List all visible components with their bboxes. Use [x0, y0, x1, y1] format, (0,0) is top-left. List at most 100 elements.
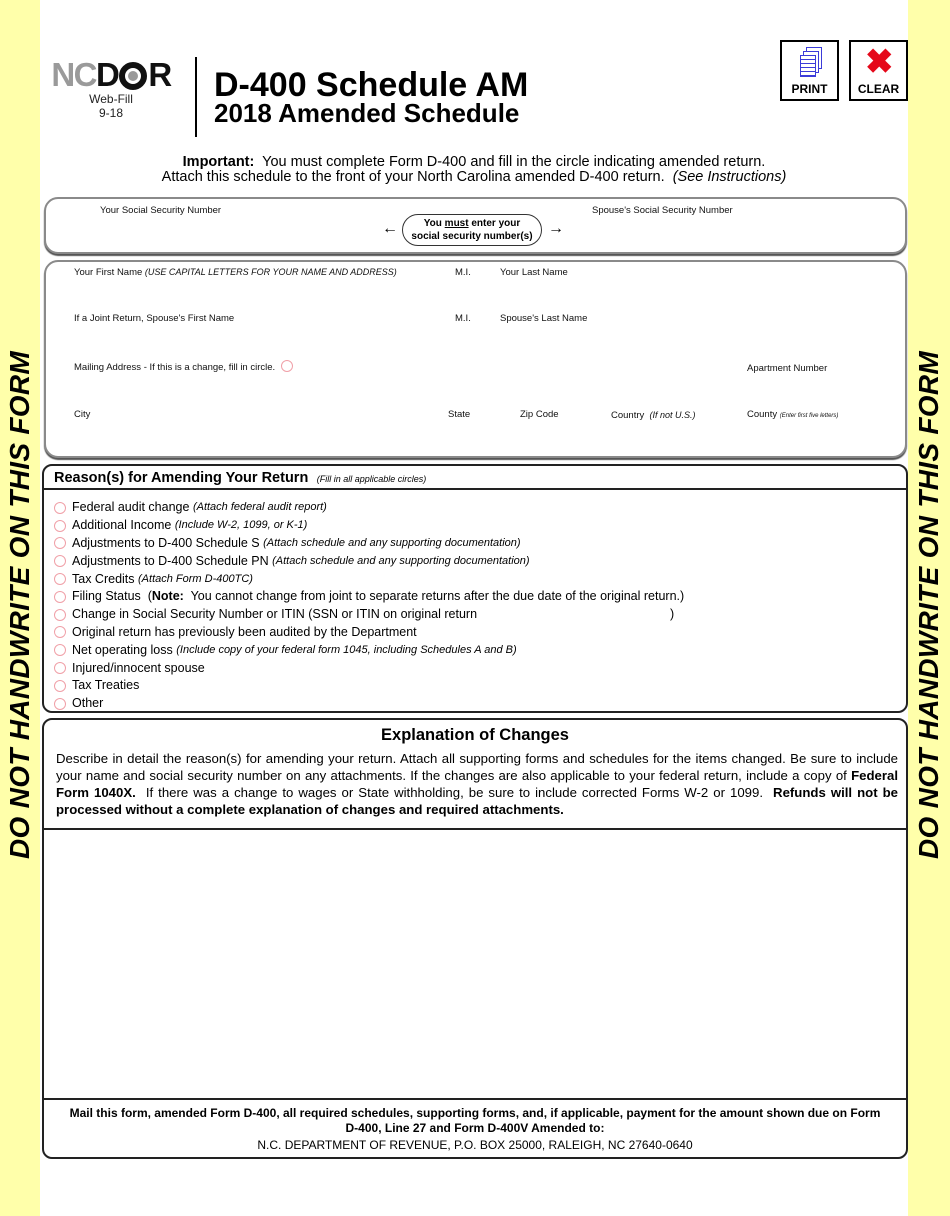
- capital-letters-note: (USE CAPITAL LETTERS FOR YOUR NAME AND A…: [144, 267, 397, 277]
- logo-o-icon: [119, 62, 148, 90]
- reason-tax-credits[interactable]: Tax Credits (Attach Form D-400TC): [54, 570, 684, 588]
- reason-ssn-change[interactable]: Change in Social Security Number or ITIN…: [54, 606, 684, 624]
- print-icon: [798, 47, 824, 79]
- important-note-line2: Attach this schedule to the front of you…: [40, 169, 908, 185]
- notice-text-2: social security number(s): [411, 231, 533, 242]
- paren-close: ): [670, 607, 675, 622]
- clear-button[interactable]: ✖ CLEAR: [849, 40, 908, 101]
- spouse-mi-label: M.I.: [455, 313, 471, 324]
- radio-circle[interactable]: [54, 501, 66, 514]
- radio-circle[interactable]: [54, 537, 66, 550]
- side-banner-text: DO NOT HANDWRITE ON THIS FORM: [913, 351, 944, 859]
- county-note: (Enter first five letters): [779, 413, 839, 419]
- reason-note: (Attach schedule and any supporting docu…: [272, 554, 530, 567]
- reason-label: Federal audit change: [72, 500, 190, 515]
- radio-circle[interactable]: [54, 679, 66, 692]
- side-banner-text: DO NOT HANDWRITE ON THIS FORM: [4, 351, 35, 859]
- zip-code-label: Zip Code: [520, 409, 559, 420]
- left-side-banner: DO NOT HANDWRITE ON THIS FORM: [0, 0, 40, 1216]
- print-button-label: PRINT: [791, 82, 828, 96]
- explanation-section: Explanation of Changes Describe in detai…: [42, 718, 908, 1159]
- logo-d: D: [95, 56, 120, 93]
- reason-note: You cannot change from joint to separate…: [183, 589, 685, 604]
- important-note-line1: Important: You must complete Form D-400 …: [40, 154, 908, 170]
- mail-instructions: Mail this form, amended Form D-400, all …: [69, 1106, 881, 1135]
- reason-federal-audit[interactable]: Federal audit change (Attach federal aud…: [54, 499, 684, 517]
- logo-version: 9-18: [98, 106, 124, 120]
- reason-previously-audited[interactable]: Original return has previously been audi…: [54, 624, 684, 642]
- mail-address: N.C. DEPARTMENT OF REVENUE, P.O. BOX 250…: [257, 1138, 693, 1152]
- note-bold: Note:: [151, 589, 184, 604]
- print-button[interactable]: PRINT: [780, 40, 839, 101]
- clear-button-label: CLEAR: [857, 82, 900, 96]
- radio-circle[interactable]: [54, 608, 66, 621]
- explanation-title: Explanation of Changes: [381, 726, 569, 744]
- reason-label: Original return has previously been audi…: [72, 624, 417, 639]
- radio-circle[interactable]: [54, 590, 66, 603]
- name-address-section: Your First Name (USE CAPITAL LETTERS FOR…: [44, 260, 907, 458]
- reason-injured-spouse[interactable]: Injured/innocent spouse: [54, 659, 684, 677]
- country-label: Country (If not U.S.): [611, 410, 696, 421]
- important-text-2: Attach this schedule to the front of you…: [161, 169, 665, 185]
- important-text: You must complete Form D-400 and fill in…: [262, 154, 766, 170]
- radio-circle[interactable]: [54, 573, 66, 586]
- reason-other[interactable]: Other: [54, 695, 684, 713]
- logo-nc: NC: [51, 56, 97, 93]
- country-note: (If not U.S.): [649, 410, 696, 420]
- reasons-header: Reason(s) for Amending Your Return (Fill…: [44, 466, 906, 490]
- radio-circle[interactable]: [54, 644, 66, 657]
- reason-label: Filing Status (: [72, 589, 152, 604]
- see-instructions: (See Instructions): [672, 169, 787, 185]
- address-change-circle[interactable]: [281, 360, 293, 372]
- reason-note: (Attach schedule and any supporting docu…: [263, 536, 521, 549]
- reason-tax-treaties[interactable]: Tax Treaties: [54, 677, 684, 695]
- ssn-section: Your Social Security Number Spouse's Soc…: [44, 197, 907, 254]
- first-name-label: Your First Name (USE CAPITAL LETTERS FOR…: [74, 267, 397, 278]
- reason-schedule-pn[interactable]: Adjustments to D-400 Schedule PN (Attach…: [54, 552, 684, 570]
- reasons-list: Federal audit change (Attach federal aud…: [54, 499, 684, 713]
- mailing-address-label: Mailing Address - If this is a change, f…: [74, 362, 276, 373]
- right-arrow-icon: →: [548, 220, 564, 237]
- radio-circle[interactable]: [54, 626, 66, 639]
- instructions-text-2: If there was a change to wages or State …: [135, 785, 774, 800]
- important-label: Important:: [182, 154, 255, 170]
- reason-label: Additional Income: [72, 518, 172, 533]
- reasons-title: Reason(s) for Amending Your Return: [54, 470, 309, 486]
- reason-label: Tax Credits: [72, 571, 135, 586]
- logo-web-fill: Web-Fill: [89, 92, 133, 106]
- city-label: City: [74, 409, 91, 420]
- radio-circle[interactable]: [54, 555, 66, 568]
- reason-label: Other: [72, 696, 104, 711]
- notice-text: enter your: [468, 218, 521, 229]
- instructions-text: Describe in detail the reason(s) for ame…: [56, 751, 898, 783]
- logo-mark: NC D R: [47, 58, 175, 92]
- county-text: County: [747, 409, 778, 420]
- state-label: State: [448, 409, 471, 420]
- radio-circle[interactable]: [54, 697, 66, 710]
- reason-note: (Include copy of your federal form 1045,…: [176, 643, 517, 656]
- notice-text: You: [423, 218, 445, 229]
- reason-note: (Attach federal audit report): [192, 501, 327, 514]
- reason-filing-status[interactable]: Filing Status (Note: You cannot change f…: [54, 588, 684, 606]
- radio-circle[interactable]: [54, 519, 66, 532]
- reason-label: Tax Treaties: [72, 678, 140, 693]
- explanation-input[interactable]: [44, 830, 906, 1098]
- left-arrow-icon: ←: [382, 220, 398, 237]
- mi-label: M.I.: [455, 267, 471, 278]
- spouse-ssn-label: Spouse's Social Security Number: [592, 205, 733, 216]
- county-label: County (Enter first five letters): [747, 409, 838, 420]
- right-side-banner: DO NOT HANDWRITE ON THIS FORM: [908, 0, 950, 1216]
- reason-additional-income[interactable]: Additional Income (Include W-2, 1099, or…: [54, 517, 684, 535]
- reason-note: (Attach Form D-400TC): [138, 572, 253, 585]
- notice-must: must: [444, 218, 469, 229]
- reason-net-operating-loss[interactable]: Net operating loss (Include copy of your…: [54, 641, 684, 659]
- clear-x-icon: ✖: [865, 43, 894, 81]
- reason-schedule-s[interactable]: Adjustments to D-400 Schedule S (Attach …: [54, 535, 684, 553]
- reasons-section: Reason(s) for Amending Your Return (Fill…: [42, 464, 908, 713]
- header-divider: [195, 57, 197, 137]
- radio-circle[interactable]: [54, 662, 66, 675]
- first-name-text: Your First Name: [74, 267, 143, 278]
- reason-label: Adjustments to D-400 Schedule PN: [72, 553, 269, 568]
- reason-label: Net operating loss: [72, 642, 173, 657]
- country-text: Country: [611, 410, 645, 421]
